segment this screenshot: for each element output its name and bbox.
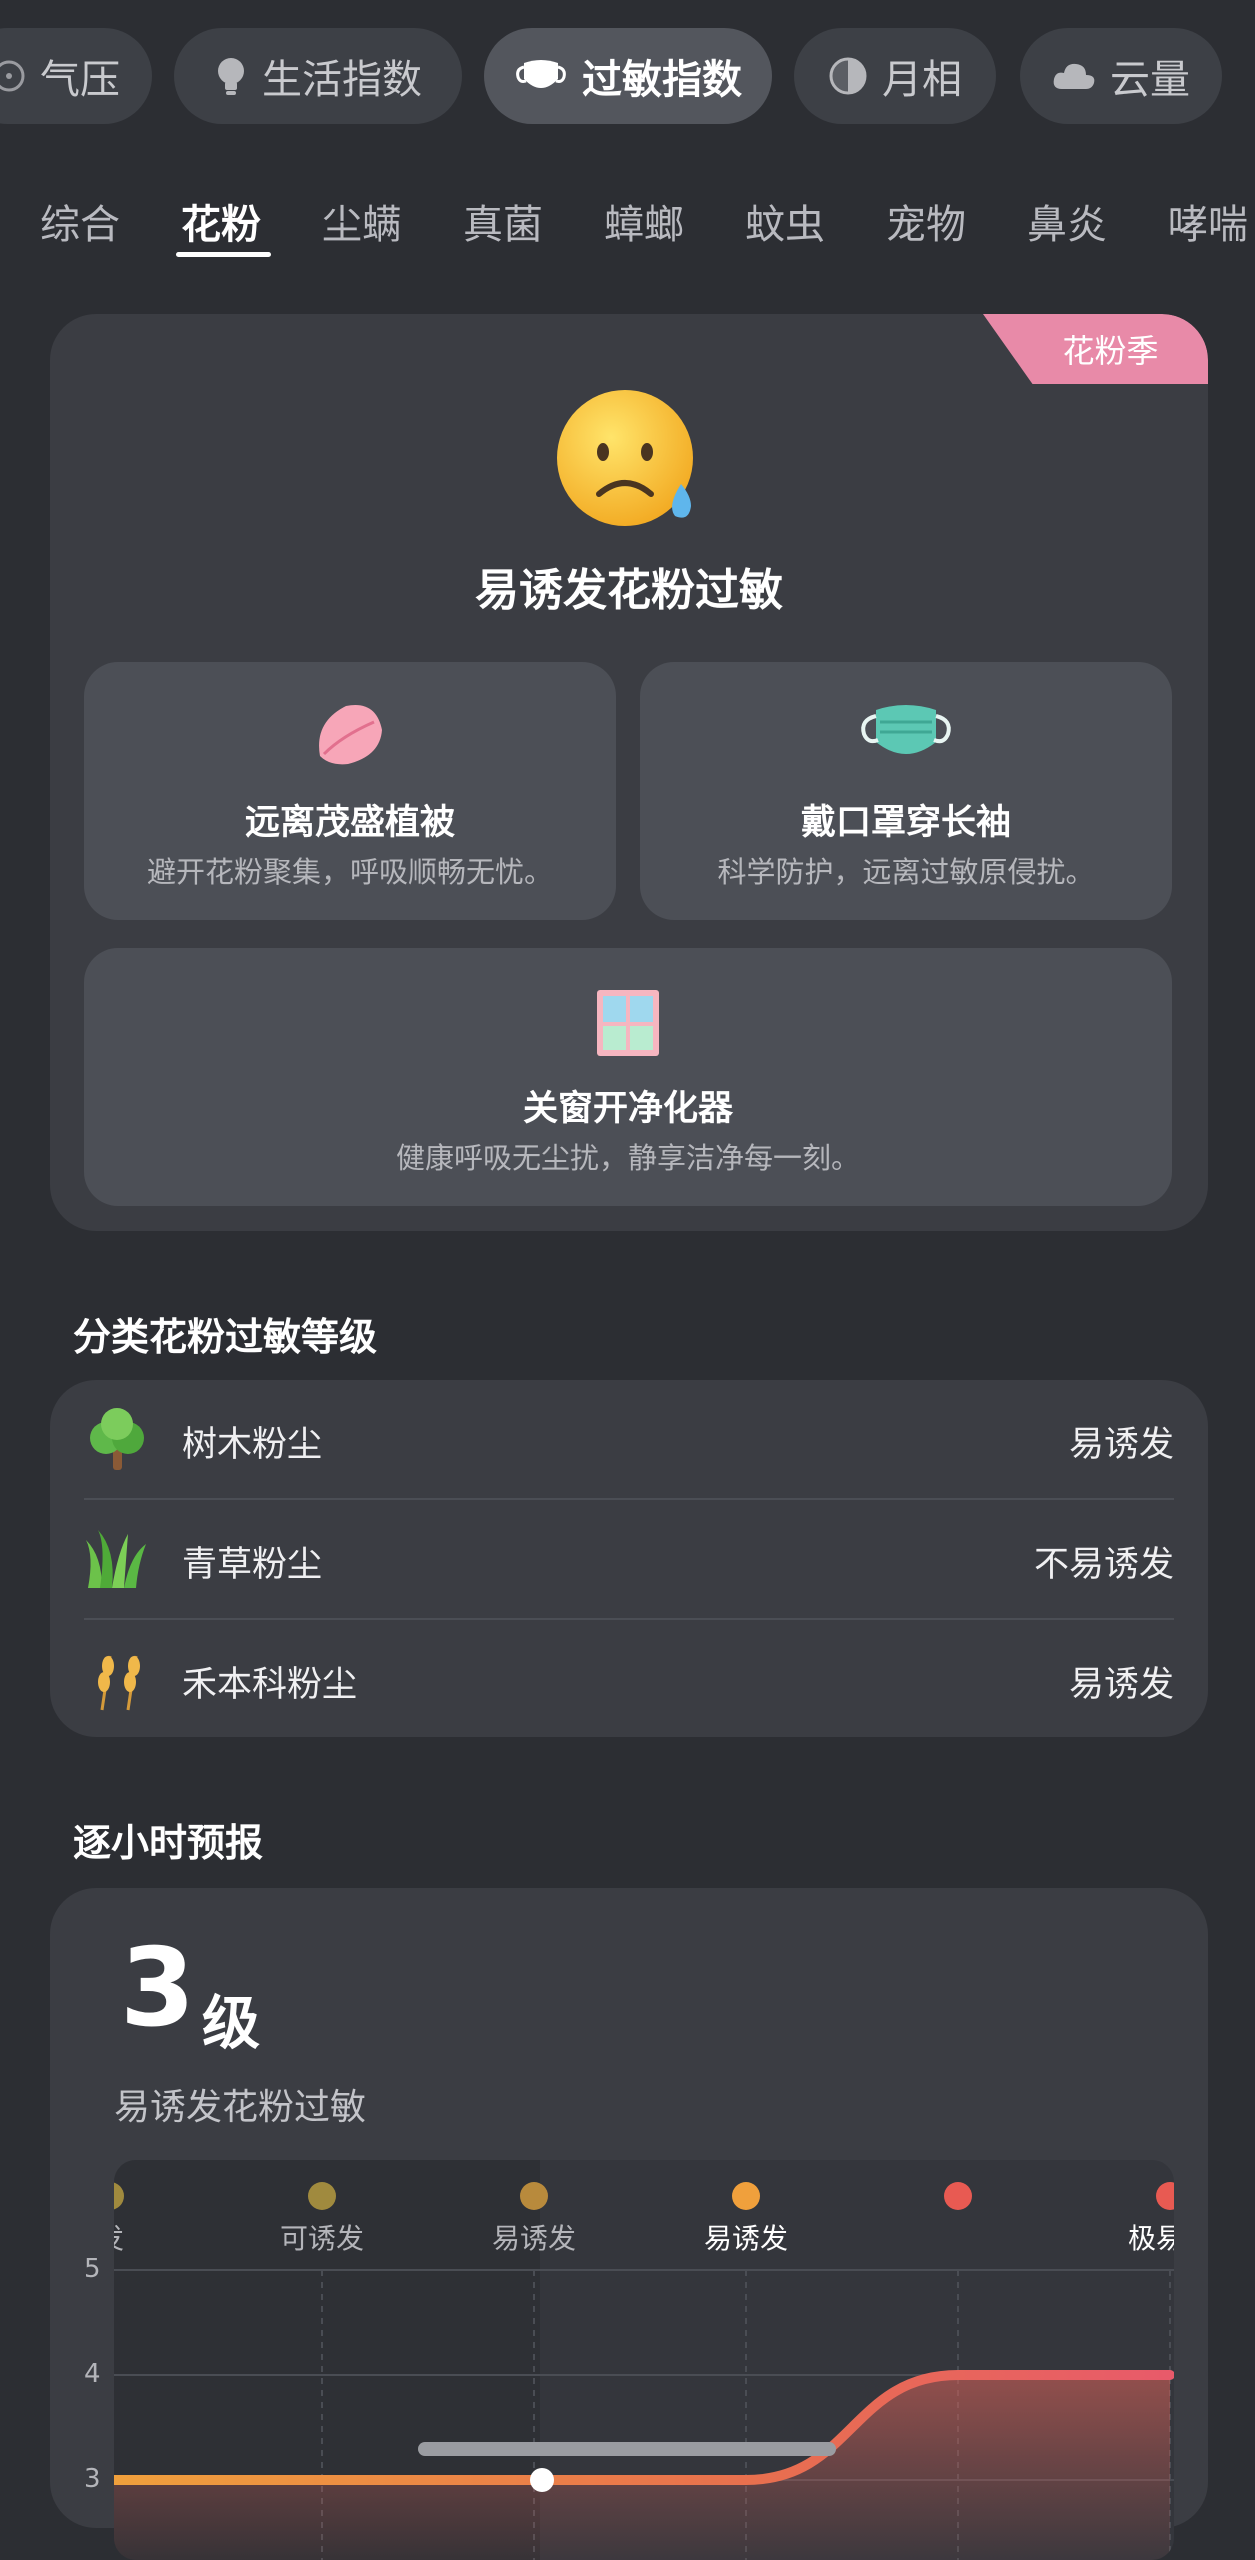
tab-asthma[interactable]: 哮喘 xyxy=(1168,192,1248,250)
list-item[interactable]: 树木粉尘 易诱发 xyxy=(84,1380,1174,1498)
sad-face-tear-icon xyxy=(555,386,703,538)
face-mask-icon xyxy=(858,700,954,772)
level-dot xyxy=(732,2182,760,2210)
level-dot xyxy=(308,2182,336,2210)
hourly-forecast-card: 3 级 易诱发花粉过敏 发 可诱发 易诱发 易诱发 极易诱 xyxy=(50,1888,1208,2560)
pollen-status-title: 易诱发花粉过敏 xyxy=(475,565,783,616)
category-level: 不易诱发 xyxy=(1033,1545,1174,1585)
tab-dust-mite[interactable]: 尘螨 xyxy=(322,192,402,250)
tip-title: 戴口罩穿长袖 xyxy=(800,803,1011,843)
tip-desc: 避开花粉聚集，呼吸顺畅无忧。 xyxy=(146,855,553,889)
tab-allergy-index[interactable]: 过敏指数 xyxy=(484,28,772,124)
category-name: 树木粉尘 xyxy=(182,1425,323,1465)
lightbulb-icon xyxy=(214,56,248,96)
tab-life-index-label: 生活指数 xyxy=(262,57,422,103)
active-tab-indicator xyxy=(176,252,271,257)
tip-card-mask: 戴口罩穿长袖 科学防护，远离过敏原侵扰。 xyxy=(640,662,1172,920)
tab-rhinitis[interactable]: 鼻炎 xyxy=(1027,192,1107,250)
hourly-chart[interactable]: 发 可诱发 易诱发 易诱发 极易诱 xyxy=(114,2160,1174,2560)
y-tick-label: 5 xyxy=(84,2254,101,2284)
current-level-desc: 易诱发花粉过敏 xyxy=(114,2087,367,2128)
gauge-icon xyxy=(0,59,26,93)
x-tick-label: 易诱发 xyxy=(704,2222,788,2255)
category-name: 青草粉尘 xyxy=(182,1545,323,1585)
tip-title: 关窗开净化器 xyxy=(522,1089,733,1129)
wheat-icon xyxy=(84,1646,150,1716)
tab-pressure[interactable]: 气压 xyxy=(0,28,152,124)
level-dot xyxy=(520,2182,548,2210)
home-indicator[interactable] xyxy=(418,2442,836,2456)
pollen-season-badge: 花粉季 xyxy=(983,314,1208,384)
tree-icon xyxy=(84,1406,150,1476)
tab-pet[interactable]: 宠物 xyxy=(886,192,966,250)
current-point xyxy=(530,2468,554,2492)
pollen-status-card: 花粉季 易诱发花粉过敏 远离茂盛植被 避开花粉聚集，呼吸顺畅无忧。 戴口罩穿长袖… xyxy=(50,314,1208,1231)
top-tab-bar: 气压 生活指数 过敏指数 月相 云量 xyxy=(0,28,1255,124)
category-name: 禾本科粉尘 xyxy=(182,1665,358,1705)
tip-desc: 科学防护，远离过敏原侵扰。 xyxy=(717,855,1095,889)
tab-fungus[interactable]: 真菌 xyxy=(463,192,543,250)
tab-cockroach[interactable]: 蟑螂 xyxy=(604,192,684,250)
tab-overall[interactable]: 综合 xyxy=(40,192,120,250)
x-tick-label: 发 xyxy=(114,2222,124,2255)
current-level-number: 3 xyxy=(120,1926,196,2051)
x-tick-label: 易诱发 xyxy=(492,2222,576,2255)
level-dot xyxy=(1156,2182,1174,2210)
allergen-tab-bar: 综合 花粉 尘螨 真菌 蟑螂 蚊虫 宠物 鼻炎 哮喘 xyxy=(0,182,1255,262)
hourly-chart-svg: 发 可诱发 易诱发 易诱发 极易诱 xyxy=(114,2160,1174,2560)
category-level: 易诱发 xyxy=(1068,1425,1174,1465)
level-dot xyxy=(944,2182,972,2210)
tip-title: 远离茂盛植被 xyxy=(244,803,455,843)
tab-life-index[interactable]: 生活指数 xyxy=(174,28,462,124)
tip-card-vegetation: 远离茂盛植被 避开花粉聚集，呼吸顺畅无忧。 xyxy=(84,662,616,920)
tip-desc: 健康呼吸无尘扰，静享洁净每一刻。 xyxy=(395,1141,860,1175)
current-level-unit: 级 xyxy=(202,1989,261,2057)
tab-moon-phase[interactable]: 月相 xyxy=(794,28,996,124)
petal-icon xyxy=(312,700,388,774)
tab-allergy-index-label: 过敏指数 xyxy=(582,57,742,103)
grass-icon xyxy=(84,1526,150,1596)
tab-mosquito[interactable]: 蚊虫 xyxy=(745,192,825,250)
x-tick-label: 极易诱 xyxy=(1128,2222,1174,2255)
tip-card-window: 关窗开净化器 健康呼吸无尘扰，静享洁净每一刻。 xyxy=(84,948,1172,1206)
tab-pressure-label: 气压 xyxy=(40,57,120,103)
pollen-category-card: 树木粉尘 易诱发 青草粉尘 不易诱发 禾本科粉尘 易诱发 xyxy=(50,1380,1208,1737)
tab-moon-phase-label: 月相 xyxy=(882,57,962,103)
y-tick-label: 3 xyxy=(84,2464,101,2494)
y-tick-label: 4 xyxy=(84,2359,101,2389)
moon-icon xyxy=(828,56,868,96)
window-icon xyxy=(593,986,663,1064)
tab-pollen[interactable]: 花粉 xyxy=(181,192,261,250)
pollen-category-heading: 分类花粉过敏等级 xyxy=(73,1315,378,1359)
list-item[interactable]: 青草粉尘 不易诱发 xyxy=(84,1500,1174,1618)
hourly-forecast-heading: 逐小时预报 xyxy=(73,1821,264,1865)
tab-cloud-cover-label: 云量 xyxy=(1110,57,1190,103)
list-item[interactable]: 禾本科粉尘 易诱发 xyxy=(84,1620,1174,1738)
x-tick-label: 可诱发 xyxy=(280,2222,364,2255)
mask-icon xyxy=(514,57,568,95)
cloud-icon xyxy=(1052,61,1096,91)
tab-cloud-cover[interactable]: 云量 xyxy=(1020,28,1222,124)
category-level: 易诱发 xyxy=(1068,1665,1174,1705)
